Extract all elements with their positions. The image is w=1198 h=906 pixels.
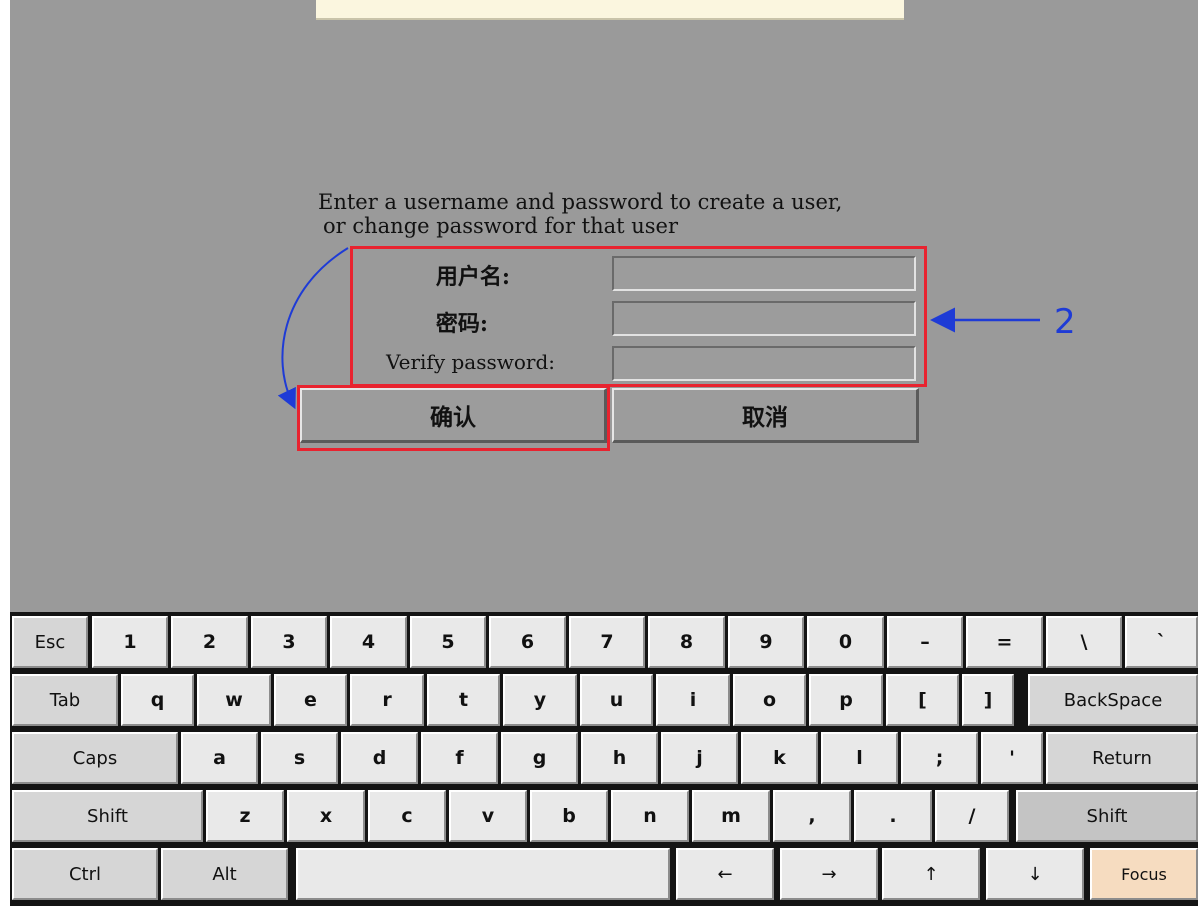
key-0[interactable]: 0 bbox=[807, 616, 884, 668]
key-shift-left[interactable]: Shift bbox=[12, 790, 203, 842]
key-p[interactable]: p bbox=[809, 674, 883, 726]
key-arrow-left[interactable]: ← bbox=[676, 848, 774, 900]
key-left-bracket[interactable]: [ bbox=[886, 674, 959, 726]
key-semicolon[interactable]: ; bbox=[901, 732, 978, 784]
key-period[interactable]: . bbox=[854, 790, 932, 842]
key-a[interactable]: a bbox=[181, 732, 258, 784]
key-backspace[interactable]: BackSpace bbox=[1028, 674, 1198, 726]
key-m[interactable]: m bbox=[692, 790, 770, 842]
key-l[interactable]: l bbox=[821, 732, 898, 784]
key-caps[interactable]: Caps bbox=[12, 732, 178, 784]
key-n[interactable]: n bbox=[611, 790, 689, 842]
key-esc[interactable]: Esc bbox=[12, 616, 88, 668]
key-1[interactable]: 1 bbox=[92, 616, 168, 668]
key-5[interactable]: 5 bbox=[410, 616, 486, 668]
key-7[interactable]: 7 bbox=[569, 616, 645, 668]
key-space[interactable] bbox=[296, 848, 670, 900]
key-8[interactable]: 8 bbox=[648, 616, 725, 668]
key-f[interactable]: f bbox=[421, 732, 498, 784]
key-2[interactable]: 2 bbox=[171, 616, 248, 668]
key-x[interactable]: x bbox=[287, 790, 365, 842]
key-4[interactable]: 4 bbox=[330, 616, 407, 668]
key-u[interactable]: u bbox=[580, 674, 653, 726]
key-alt[interactable]: Alt bbox=[161, 848, 288, 900]
key-arrow-down[interactable]: ↓ bbox=[986, 848, 1084, 900]
key-return[interactable]: Return bbox=[1046, 732, 1198, 784]
key-g[interactable]: g bbox=[501, 732, 578, 784]
onscreen-keyboard: Esc 1 2 3 4 5 6 7 8 9 0 – = \ ` Tab q w … bbox=[10, 612, 1198, 906]
key-focus[interactable]: Focus bbox=[1090, 848, 1198, 900]
key-r[interactable]: r bbox=[350, 674, 424, 726]
key-o[interactable]: o bbox=[733, 674, 806, 726]
key-comma[interactable]: , bbox=[773, 790, 851, 842]
key-w[interactable]: w bbox=[197, 674, 271, 726]
key-6[interactable]: 6 bbox=[489, 616, 566, 668]
key-k[interactable]: k bbox=[741, 732, 818, 784]
key-quote[interactable]: ' bbox=[981, 732, 1043, 784]
key-v[interactable]: v bbox=[449, 790, 527, 842]
key-i[interactable]: i bbox=[656, 674, 730, 726]
key-ctrl[interactable]: Ctrl bbox=[12, 848, 158, 900]
key-y[interactable]: y bbox=[503, 674, 577, 726]
key-e[interactable]: e bbox=[274, 674, 347, 726]
key-backslash[interactable]: \ bbox=[1046, 616, 1122, 668]
key-tab[interactable]: Tab bbox=[12, 674, 118, 726]
key-9[interactable]: 9 bbox=[728, 616, 804, 668]
key-j[interactable]: j bbox=[661, 732, 738, 784]
key-minus[interactable]: – bbox=[887, 616, 963, 668]
key-h[interactable]: h bbox=[581, 732, 658, 784]
key-t[interactable]: t bbox=[427, 674, 500, 726]
key-z[interactable]: z bbox=[206, 790, 284, 842]
key-equals[interactable]: = bbox=[966, 616, 1043, 668]
key-b[interactable]: b bbox=[530, 790, 608, 842]
annotation-number: 2 bbox=[1054, 302, 1076, 342]
key-c[interactable]: c bbox=[368, 790, 446, 842]
key-d[interactable]: d bbox=[341, 732, 418, 784]
key-q[interactable]: q bbox=[121, 674, 194, 726]
key-shift-right[interactable]: Shift bbox=[1016, 790, 1198, 842]
key-slash[interactable]: / bbox=[935, 790, 1009, 842]
annotation-arrow-curved bbox=[277, 247, 349, 410]
key-s[interactable]: s bbox=[261, 732, 338, 784]
key-backtick[interactable]: ` bbox=[1125, 616, 1198, 668]
key-arrow-right[interactable]: → bbox=[780, 848, 878, 900]
key-arrow-up[interactable]: ↑ bbox=[882, 848, 980, 900]
key-right-bracket[interactable]: ] bbox=[962, 674, 1014, 726]
key-3[interactable]: 3 bbox=[251, 616, 327, 668]
